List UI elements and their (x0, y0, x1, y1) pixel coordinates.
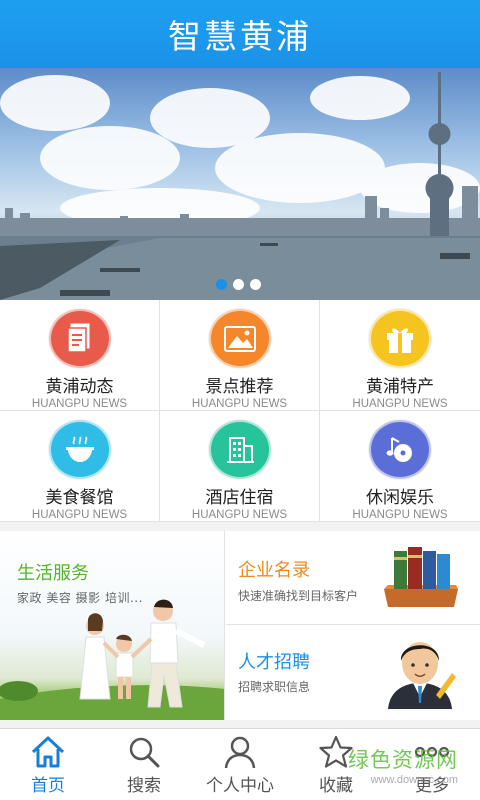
grid-item-sub: HUANGPU NEWS (352, 509, 448, 521)
grid-item-label: 景点推荐 (205, 377, 274, 397)
grid-item-entertainment[interactable]: 休闲娱乐 HUANGPU NEWS (320, 411, 480, 522)
tab-home[interactable]: 首页 (0, 729, 96, 800)
grid-item-specialties[interactable]: 黄浦特产 HUANGPU NEWS (320, 300, 480, 411)
tab-label: 首页 (31, 776, 65, 796)
landscape-icon (208, 309, 271, 368)
more-icon (414, 746, 450, 758)
bowl-icon (48, 420, 111, 479)
banner-carousel[interactable] (0, 68, 480, 300)
app-header: 智慧黄浦 (0, 0, 480, 68)
gift-icon (369, 309, 431, 368)
tab-more[interactable]: 更多 (384, 729, 480, 800)
user-icon (224, 736, 256, 769)
document-icon (48, 309, 111, 368)
carousel-dot[interactable] (250, 279, 261, 290)
grid-item-sub: HUANGPU NEWS (31, 509, 128, 521)
grid-item-sub: HUANGPU NEWS (352, 398, 448, 410)
grid-item-attractions[interactable]: 景点推荐 HUANGPU NEWS (160, 300, 320, 411)
star-icon (319, 735, 353, 768)
city-skyline-image (0, 72, 480, 300)
services-section: 生活服务 家政 美容 摄影 培训... 企业名录 快速准确找到目标客户 人才招聘… (0, 531, 480, 720)
category-grid: 黄浦动态 HUANGPU NEWS 景点推荐 HUANGPU NEWS 黄浦特产… (0, 300, 480, 522)
bottom-tab-bar: 首页 搜索 个人中心 收藏 更多 (0, 728, 480, 800)
building-icon (208, 420, 271, 479)
business-directory-card[interactable]: 企业名录 快速准确找到目标客户 (226, 531, 480, 625)
grid-item-huangpu-news[interactable]: 黄浦动态 HUANGPU NEWS (0, 300, 160, 411)
recruitment-sub: 招聘求职信息 (238, 680, 311, 694)
business-directory-title: 企业名录 (238, 560, 310, 581)
tab-label: 更多 (415, 776, 449, 796)
tab-label: 收藏 (319, 776, 353, 796)
carousel-indicator[interactable] (216, 279, 261, 290)
tab-favorites[interactable]: 收藏 (288, 729, 384, 800)
tab-search[interactable]: 搜索 (96, 729, 192, 800)
life-services-card[interactable]: 生活服务 家政 美容 摄影 培训... (0, 531, 225, 720)
grid-item-label: 酒店住宿 (205, 488, 274, 508)
music-disc-icon (369, 420, 431, 479)
grid-item-label: 黄浦特产 (366, 377, 434, 397)
business-directory-sub: 快速准确找到目标客户 (238, 589, 359, 603)
grid-item-hotels[interactable]: 酒店住宿 HUANGPU NEWS (160, 411, 320, 522)
grid-item-sub: HUANGPU NEWS (191, 509, 288, 521)
carousel-dot[interactable] (233, 279, 244, 290)
carousel-dot[interactable] (216, 279, 227, 290)
tab-label: 个人中心 (206, 776, 274, 796)
books-icon (384, 547, 458, 607)
tab-label: 搜索 (127, 776, 161, 796)
grid-item-sub: HUANGPU NEWS (191, 398, 288, 410)
grid-item-label: 美食餐馆 (45, 488, 114, 508)
grid-item-label: 黄浦动态 (45, 377, 114, 397)
app-title: 智慧黄浦 (168, 17, 312, 56)
tab-profile[interactable]: 个人中心 (192, 729, 288, 800)
recruitment-title: 人才招聘 (238, 652, 310, 673)
home-icon (31, 736, 65, 768)
businessman-icon (388, 642, 456, 709)
grid-item-restaurants[interactable]: 美食餐馆 HUANGPU NEWS (0, 411, 160, 522)
search-icon (129, 737, 160, 768)
life-services-title: 生活服务 (17, 563, 89, 584)
recruitment-card[interactable]: 人才招聘 招聘求职信息 (226, 626, 480, 720)
life-services-sub: 家政 美容 摄影 培训... (17, 591, 143, 605)
grid-item-label: 休闲娱乐 (366, 488, 434, 508)
grid-item-sub: HUANGPU NEWS (31, 398, 128, 410)
